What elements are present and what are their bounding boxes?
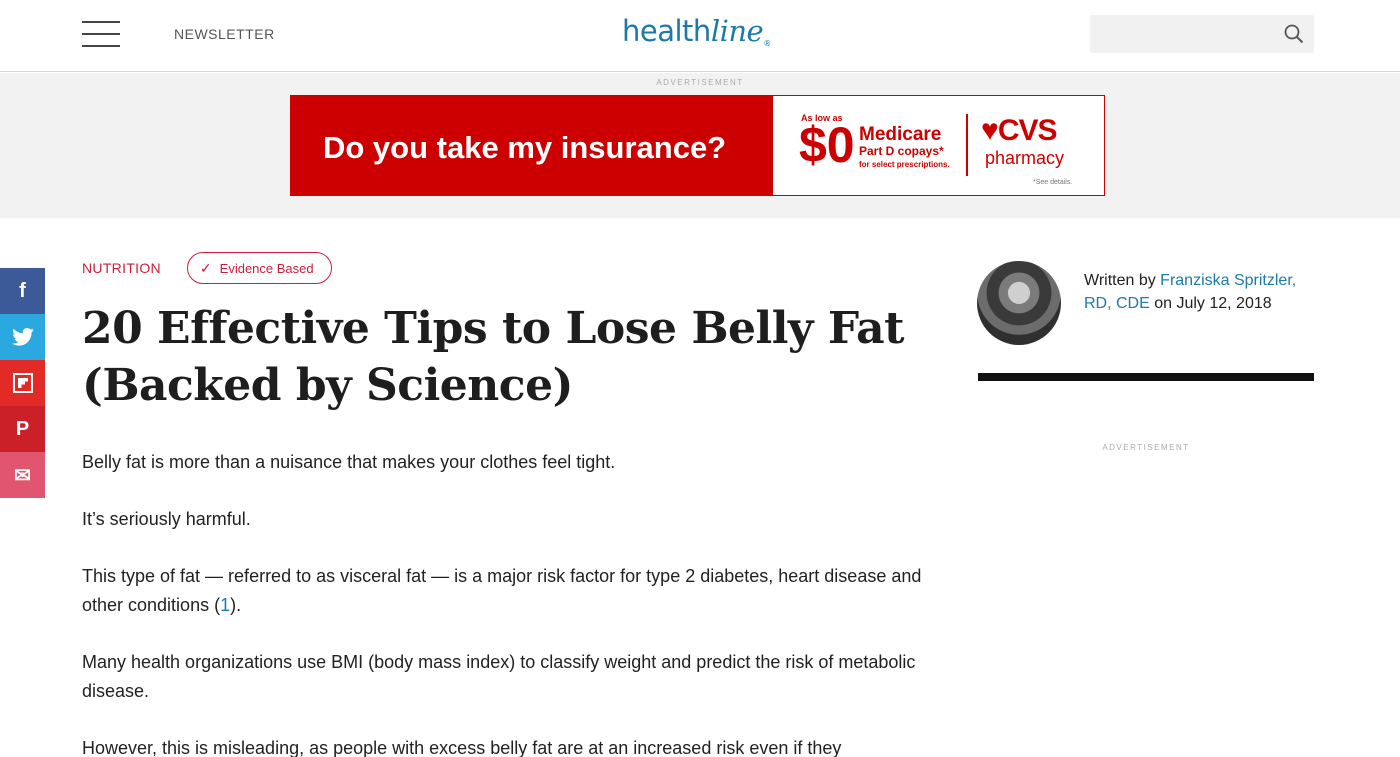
sidebar-ad-label: ADVERTISEMENT — [1102, 443, 1190, 452]
flipboard-share-icon[interactable] — [0, 360, 45, 406]
evidence-based-label: Evidence Based — [219, 260, 314, 276]
cvs-logo: ♥CVS — [981, 114, 1057, 147]
share-rail: f P ✉ — [0, 268, 45, 498]
flipboard-logo-icon — [12, 373, 33, 393]
logo-script-text: line — [710, 14, 764, 48]
top-ad-band: ADVERTISEMENT Do you take my insurance? … — [0, 73, 1400, 218]
facebook-share-icon[interactable]: f — [0, 268, 45, 314]
twitter-share-icon[interactable] — [0, 314, 45, 360]
category-link[interactable]: NUTRITION — [82, 260, 161, 276]
cvs-ad-banner[interactable]: Do you take my insurance? As low as $0 M… — [290, 95, 1105, 196]
paragraph: It’s seriously harmful. — [82, 509, 251, 529]
ad-select: for select prescriptions. — [859, 160, 950, 169]
ad-divider — [966, 114, 968, 176]
ad-part-d: Part D copays* — [859, 144, 944, 158]
ad-offer: As low as $0 Medicare Part D copays* for… — [773, 96, 1105, 195]
twitter-bird-icon — [11, 328, 34, 346]
author-byline: Written by Franziska Spritzler, RD, CDE … — [1084, 270, 1314, 315]
written-by-label: Written by — [1084, 272, 1161, 289]
author-avatar[interactable] — [977, 261, 1061, 345]
evidence-based-badge[interactable]: ✓ Evidence Based — [186, 252, 332, 284]
newsletter-link[interactable]: NEWSLETTER — [174, 26, 275, 42]
paragraph: This type of fat — referred to as viscer… — [82, 562, 932, 620]
logo-mark: ® — [763, 39, 771, 48]
author-divider — [978, 373, 1314, 381]
paragraph: Belly fat is more than a nuisance that m… — [82, 452, 616, 472]
search-input[interactable] — [1090, 15, 1314, 53]
article-title: 20 Effective Tips to Lose Belly Fat (Bac… — [82, 303, 904, 411]
ad-details: *See details. — [1033, 179, 1073, 186]
paragraph: Many health organizations use BMI (body … — [82, 652, 916, 701]
paragraph-text: This type of fat — referred to as viscer… — [82, 566, 922, 615]
ad-amount: $0 — [799, 117, 855, 173]
paragraph-end: ). — [230, 595, 242, 615]
ad-label: ADVERTISEMENT — [656, 78, 744, 87]
search-icon[interactable] — [1284, 24, 1304, 44]
ad-headline: Do you take my insurance? — [291, 96, 773, 195]
email-share-icon[interactable]: ✉ — [0, 452, 45, 498]
article-body: Belly fat is more than a nuisance that m… — [82, 448, 932, 757]
paragraph: However, this is misleading, as people w… — [82, 738, 842, 757]
healthline-logo[interactable]: healthline® — [622, 14, 771, 48]
cvs-pharmacy-text: pharmacy — [985, 148, 1065, 168]
logo-main-text: health — [622, 14, 711, 48]
checkmark-icon: ✓ — [199, 259, 212, 276]
menu-icon[interactable] — [82, 21, 120, 47]
publish-date: on July 12, 2018 — [1149, 294, 1272, 312]
ad-medicare: Medicare — [859, 124, 942, 145]
article-tags: NUTRITION ✓ Evidence Based — [82, 252, 332, 284]
site-header: NEWSLETTER healthline® — [0, 0, 1400, 72]
pinterest-share-icon[interactable]: P — [0, 406, 45, 452]
reference-link[interactable]: 1 — [220, 595, 230, 615]
